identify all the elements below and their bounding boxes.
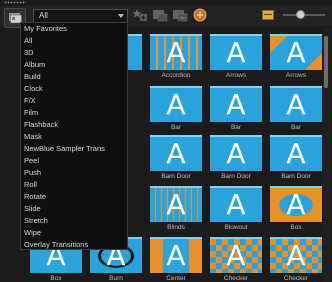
category-option[interactable]: Stretch [21, 215, 127, 227]
thumbnail-glyph: A [286, 137, 306, 170]
transition-thumbnail: A [210, 237, 262, 273]
category-option[interactable]: Wipe [21, 227, 127, 239]
category-option[interactable]: Roll [21, 179, 127, 191]
thumbnail-glyph: A [226, 137, 246, 170]
thumbnail-glyph: A [286, 188, 306, 221]
transition-thumbnail: A [270, 86, 322, 122]
grip-dots [4, 1, 26, 4]
add-favorite-icon[interactable] [132, 8, 148, 22]
transition-tile[interactable]: A Bar [150, 86, 202, 131]
thumbnail-view-icon[interactable] [262, 10, 274, 20]
transition-label: Arrows [285, 72, 307, 79]
thumbnail-glyph: A [166, 137, 186, 170]
thumbnail-glyph: A [226, 88, 246, 121]
transition-tile[interactable]: A Checker [210, 237, 262, 282]
transition-label: Accordion [161, 72, 191, 79]
transition-thumbnail: A [150, 237, 202, 273]
transition-label: Bar [230, 124, 242, 131]
category-option[interactable]: Slide [21, 203, 127, 215]
transition-tile[interactable]: A Checker [270, 237, 322, 282]
category-option[interactable]: Push [21, 167, 127, 179]
transition-label: Blinds [167, 224, 185, 231]
transition-thumbnail: A [210, 135, 262, 171]
transition-tile[interactable]: A Bar [210, 86, 262, 131]
transition-thumbnail: A [270, 135, 322, 171]
scrollbar-thumb[interactable] [324, 36, 328, 88]
transition-thumbnail: A [150, 86, 202, 122]
transition-tile[interactable]: A Arrows [210, 34, 262, 79]
category-option[interactable]: Overlay Transitions [21, 239, 127, 251]
transition-label: Barn Door [281, 173, 311, 180]
transition-label: Arrows [225, 72, 247, 79]
transition-thumbnail: A [150, 34, 202, 70]
transition-label: Barn Door [161, 173, 191, 180]
thumbnail-glyph: A [166, 188, 186, 221]
thumbnail-glyph: A [226, 36, 246, 69]
transition-tile[interactable]: A Barn Door [210, 135, 262, 180]
transition-tile[interactable]: A Barn Door [270, 135, 322, 180]
transition-label: Box [290, 224, 302, 231]
transition-thumbnail: A [210, 34, 262, 70]
thumbnail-glyph: A [286, 36, 306, 69]
transition-label: Checker [223, 275, 249, 282]
chevron-down-icon [118, 14, 124, 18]
transition-thumbnail: A [150, 186, 202, 222]
category-select-value: All [39, 11, 48, 20]
get-more-content-icon[interactable] [193, 8, 207, 22]
transition-thumbnail: A [150, 135, 202, 171]
thumbnail-glyph: A [166, 36, 186, 69]
transition-label: Checker [283, 275, 309, 282]
transition-label: Bar [170, 124, 182, 131]
category-option[interactable]: NewBlue Sampler Trans [21, 143, 127, 155]
transition-label: Center [166, 275, 186, 282]
category-option[interactable]: Peel [21, 155, 127, 167]
transition-tile[interactable]: A Arrows [270, 34, 322, 79]
transition-tile[interactable]: A Box [270, 186, 322, 231]
category-option[interactable]: Clock [21, 83, 127, 95]
transition-thumbnail: A [270, 34, 322, 70]
category-option[interactable]: F/X [21, 95, 127, 107]
thumbnail-glyph: A [166, 88, 186, 121]
category-option[interactable]: Album [21, 59, 127, 71]
category-option[interactable]: 3D [21, 47, 127, 59]
transition-tile[interactable]: A Barn Door [150, 135, 202, 180]
category-option[interactable]: Film [21, 107, 127, 119]
category-option[interactable]: My Favorites [21, 23, 127, 35]
thumbnail-glyph: A [166, 239, 186, 272]
transition-tile[interactable]: A Bar [270, 86, 322, 131]
transition-label: Box [50, 275, 62, 282]
transition-tile[interactable]: A Blowout [210, 186, 262, 231]
transition-thumbnail: A [270, 186, 322, 222]
apply-video-track-icon[interactable] [152, 8, 168, 22]
thumbnail-glyph: A [286, 88, 306, 121]
transition-thumbnail: A [210, 186, 262, 222]
category-option[interactable]: All [21, 35, 127, 47]
category-option[interactable]: Build [21, 71, 127, 83]
category-option[interactable]: Rotate [21, 191, 127, 203]
slider-handle[interactable] [296, 10, 305, 19]
transition-thumbnail: A [270, 237, 322, 273]
category-option[interactable]: Flashback [21, 119, 127, 131]
category-select[interactable]: All [33, 9, 128, 23]
apply-audio-track-icon[interactable] [172, 8, 188, 22]
transition-tile[interactable]: A Center [150, 237, 202, 282]
transition-tile[interactable]: A Blinds [150, 186, 202, 231]
thumbnail-glyph: A [226, 239, 246, 272]
category-option[interactable]: Mask [21, 131, 127, 143]
transition-thumbnail: A [210, 86, 262, 122]
transition-label: Bar [290, 124, 302, 131]
transition-label: Barn Door [221, 173, 251, 180]
thumbnail-glyph: A [226, 188, 246, 221]
transition-tile[interactable]: A Accordion [150, 34, 202, 79]
category-dropdown-list: My Favorites All 3D Album Build Clock F/X Film F… [20, 22, 128, 250]
transition-label: Burn [109, 275, 123, 282]
transition-label: Blowout [224, 224, 248, 231]
thumbnail-glyph: A [286, 239, 306, 272]
